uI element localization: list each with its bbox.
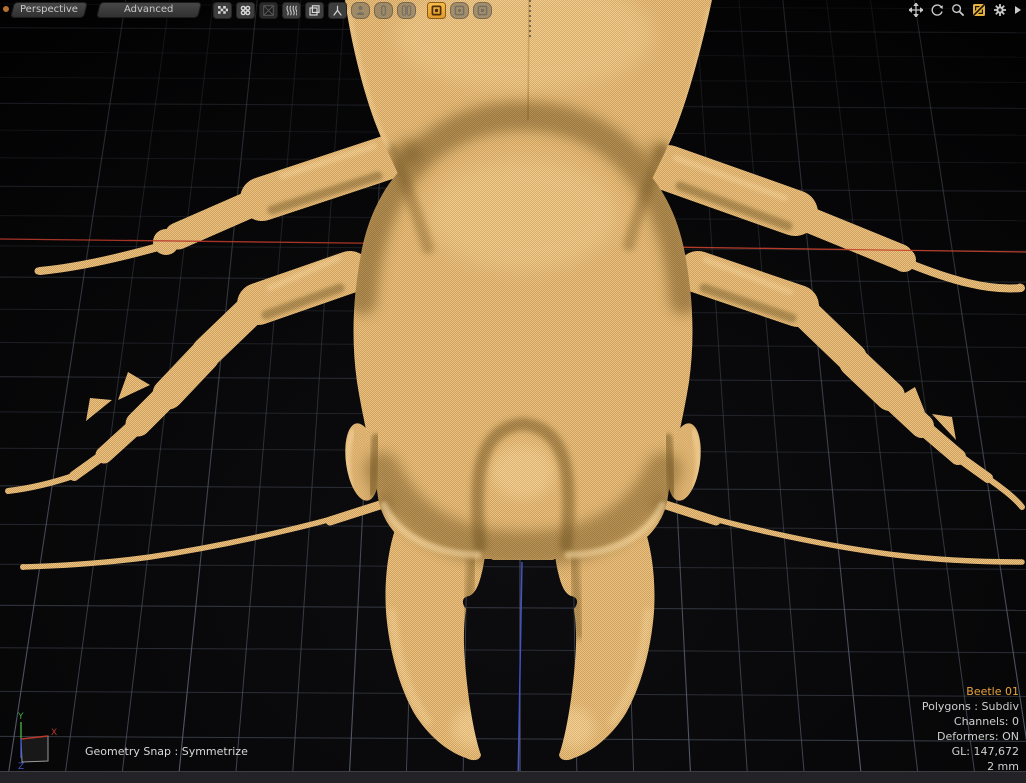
square-fill-icon	[477, 5, 488, 16]
waves-icon	[286, 5, 297, 16]
figure-axis-icon	[332, 5, 343, 16]
center-symmetry-active-button[interactable]	[427, 2, 446, 19]
modeling-viewport-window: Perspective Advanced	[0, 0, 1026, 783]
orbit-view-icon[interactable]	[930, 3, 944, 17]
viewport-state-dot[interactable]	[3, 6, 9, 12]
x-axis-label: X	[51, 728, 57, 738]
camera-mode-label: Perspective	[20, 5, 78, 15]
pan-view-icon[interactable]	[909, 3, 923, 17]
polygons-readout: Polygons : Subdiv	[922, 699, 1019, 714]
toggle-quad-view-icon[interactable]	[972, 3, 986, 17]
wireframe-waves-button[interactable]	[282, 2, 301, 19]
viewport-3d[interactable]	[0, 0, 1026, 783]
spheres-icon	[240, 5, 251, 16]
layers-icon	[309, 5, 320, 16]
camera-mode-dropdown[interactable]: Perspective	[10, 2, 88, 18]
checkerboard-icon	[217, 5, 228, 16]
center-symmetry-button[interactable]	[450, 2, 469, 19]
workplane-square	[21, 736, 48, 762]
capsule-icon	[378, 5, 389, 16]
view-controls	[909, 1, 1022, 18]
y-axis-label: Y	[17, 712, 24, 722]
double-capsule-icon	[401, 5, 412, 16]
axis-gizmo[interactable]: Y X Z	[8, 708, 78, 780]
zoom-view-icon[interactable]	[951, 3, 965, 17]
geometry-snap-status: Geometry Snap : Symmetrize	[85, 745, 248, 758]
ghost-figure-button[interactable]	[351, 2, 370, 19]
bottom-panel-edge	[0, 771, 1026, 783]
shading-checker-button[interactable]	[213, 2, 232, 19]
backdrop-icon	[263, 5, 274, 16]
square-dot-icon	[431, 5, 442, 16]
shading-mode-dropdown[interactable]: Advanced	[96, 2, 202, 18]
matcap-spheres-button[interactable]	[236, 2, 255, 19]
shading-mode-label: Advanced	[124, 5, 173, 15]
ghost-overlay-button[interactable]	[305, 2, 324, 19]
capsule-single-button[interactable]	[374, 2, 393, 19]
item-info-overlay: Beetle 01 Polygons : Subdiv Channels: 0 …	[922, 684, 1019, 774]
capsule-double-button[interactable]	[397, 2, 416, 19]
backdrop-image-button[interactable]	[259, 2, 278, 19]
center-fill-button[interactable]	[473, 2, 492, 19]
skeleton-figure-button[interactable]	[328, 2, 347, 19]
deformers-readout: Deformers: ON	[922, 729, 1019, 744]
item-name: Beetle 01	[922, 684, 1019, 699]
channels-readout: Channels: 0	[922, 714, 1019, 729]
more-options-arrow-icon[interactable]	[1014, 5, 1022, 15]
viewport-settings-gear-icon[interactable]	[993, 3, 1007, 17]
person-icon	[355, 5, 366, 16]
gl-count-readout: GL: 147,672	[922, 744, 1019, 759]
square-dot-icon	[454, 5, 465, 16]
